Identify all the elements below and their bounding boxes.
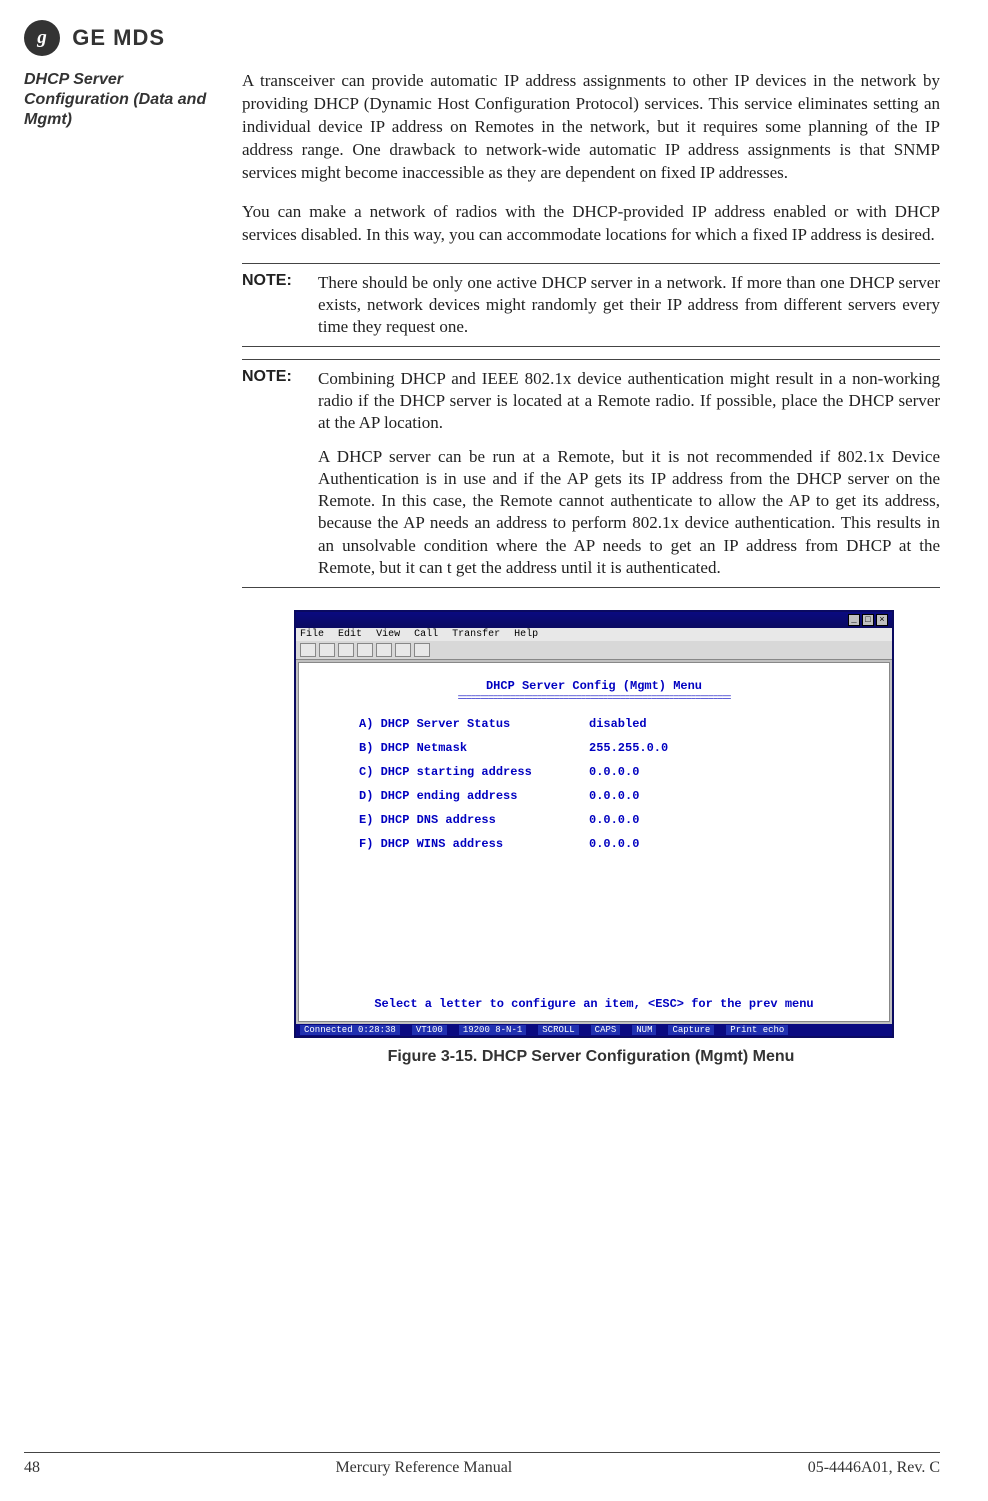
toolbar-icon xyxy=(338,643,354,657)
toolbar-icon xyxy=(414,643,430,657)
maximize-icon: □ xyxy=(862,614,874,626)
terminal-title: DHCP Server Config (Mgmt) Menu xyxy=(299,679,889,693)
note-label: NOTE: xyxy=(242,368,308,579)
note-block: NOTE: Combining DHCP and IEEE 802.1x dev… xyxy=(242,359,940,588)
terminal-row: E) DHCP DNS address0.0.0.0 xyxy=(359,813,829,827)
status-item: VT100 xyxy=(412,1025,447,1035)
toolbar-icon xyxy=(376,643,392,657)
menu-item: Call xyxy=(414,629,438,640)
status-item: Connected 0:28:38 xyxy=(300,1025,400,1035)
status-item: CAPS xyxy=(591,1025,621,1035)
terminal-row: F) DHCP WINS address0.0.0.0 xyxy=(359,837,829,851)
note-label: NOTE: xyxy=(242,272,308,338)
close-icon: × xyxy=(876,614,888,626)
terminal-row: B) DHCP Netmask255.255.0.0 xyxy=(359,741,829,755)
menu-item: Help xyxy=(514,629,538,640)
note-body: There should be only one active DHCP ser… xyxy=(318,272,940,338)
toolbar-icon xyxy=(319,643,335,657)
terminal-row: D) DHCP ending address0.0.0.0 xyxy=(359,789,829,803)
menu-item: Transfer xyxy=(452,629,500,640)
statusbar: Connected 0:28:38 VT100 19200 8-N-1 SCRO… xyxy=(296,1024,892,1036)
status-item: NUM xyxy=(632,1025,656,1035)
brand-header: g GE MDS xyxy=(24,20,940,56)
menubar: File Edit View Call Transfer Help xyxy=(296,628,892,641)
toolbar-icon xyxy=(357,643,373,657)
toolbar xyxy=(296,641,892,660)
section-heading: DHCP Server Configuration (Data and Mgmt… xyxy=(24,70,214,130)
note-block: NOTE: There should be only one active DH… xyxy=(242,263,940,347)
footer-title: Mercury Reference Manual xyxy=(335,1459,512,1477)
minimize-icon: _ xyxy=(848,614,860,626)
page-footer: 48 Mercury Reference Manual 05-4446A01, … xyxy=(24,1452,940,1477)
terminal-screenshot: _ □ × File Edit View Call Transfer Help xyxy=(294,610,894,1038)
menu-item: Edit xyxy=(338,629,362,640)
page-number: 48 xyxy=(24,1459,40,1477)
brand-name: GE MDS xyxy=(72,25,165,51)
terminal-row: A) DHCP Server Statusdisabled xyxy=(359,717,829,731)
terminal-row: C) DHCP starting address0.0.0.0 xyxy=(359,765,829,779)
status-item: Capture xyxy=(668,1025,714,1035)
note-body-paragraph: Combining DHCP and IEEE 802.1x device au… xyxy=(318,368,940,434)
terminal-hint: Select a letter to configure an item, <E… xyxy=(299,997,889,1011)
body-paragraph: A transceiver can provide automatic IP a… xyxy=(242,70,940,185)
ge-logo-icon: g xyxy=(24,20,60,56)
toolbar-icon xyxy=(395,643,411,657)
footer-doc-id: 05-4446A01, Rev. C xyxy=(808,1459,940,1477)
menu-item: View xyxy=(376,629,400,640)
terminal-divider: ========================================… xyxy=(299,693,889,703)
body-paragraph: You can make a network of radios with th… xyxy=(242,201,940,247)
note-body-paragraph: A DHCP server can be run at a Remote, bu… xyxy=(318,446,940,579)
window-titlebar: _ □ × xyxy=(296,612,892,628)
figure-caption: Figure 3-15. DHCP Server Configuration (… xyxy=(242,1048,940,1066)
toolbar-icon xyxy=(300,643,316,657)
status-item: 19200 8-N-1 xyxy=(459,1025,526,1035)
status-item: SCROLL xyxy=(538,1025,578,1035)
status-item: Print echo xyxy=(726,1025,788,1035)
menu-item: File xyxy=(300,629,324,640)
